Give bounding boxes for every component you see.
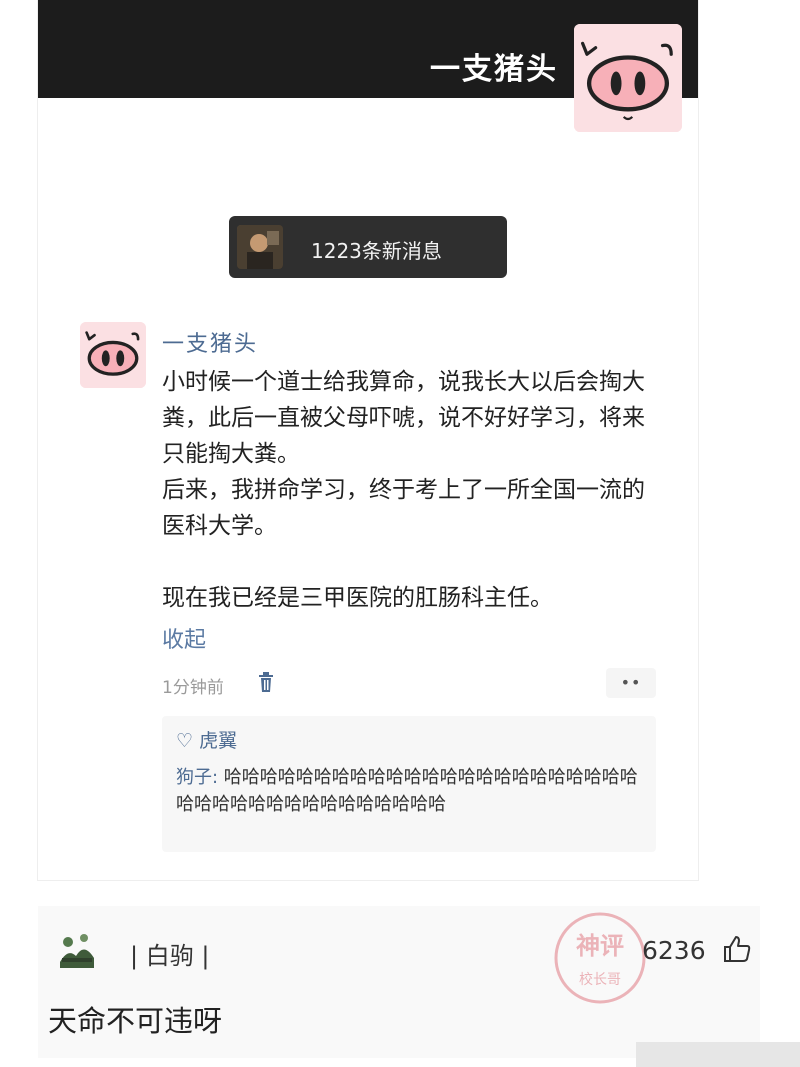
new-messages-text: 1223条新消息	[311, 239, 442, 263]
post-author[interactable]: 一支猪头	[162, 326, 258, 358]
reply-box: ♡ 虎翼 狗子: 哈哈哈哈哈哈哈哈哈哈哈哈哈哈哈哈哈哈哈哈哈哈哈哈哈哈哈哈哈哈哈…	[162, 716, 656, 852]
post-time: 1分钟前	[162, 678, 224, 698]
reply-author[interactable]: 狗子:	[176, 767, 218, 788]
god-comment-stamp: 神评 校长哥	[530, 906, 658, 1010]
comment-card: | 白驹 | 神评 校长哥 6236 天命不可违呀	[38, 906, 760, 1058]
liked-by[interactable]: ♡ 虎翼	[176, 726, 237, 753]
bottom-bar	[636, 1042, 800, 1067]
commenter-avatar-icon[interactable]	[54, 928, 100, 972]
reply-content: 哈哈哈哈哈哈哈哈哈哈哈哈哈哈哈哈哈哈哈哈哈哈哈哈哈哈哈哈哈哈哈哈哈哈哈哈哈哈	[176, 767, 638, 815]
comment-text: 天命不可违呀	[48, 1004, 223, 1038]
post-card: 一支猪头 1223条新消息 一支猪头 小时候一个道士给我算命，说我长大以后会掏大…	[38, 0, 698, 880]
new-messages-toast[interactable]: 1223条新消息	[229, 216, 507, 278]
stamp-main-text: 神评	[576, 932, 624, 960]
header-title: 一支猪头	[430, 52, 558, 87]
author-avatar-icon[interactable]	[80, 322, 146, 388]
commenter-name[interactable]: | 白驹 |	[130, 936, 209, 971]
reply-text: 狗子: 哈哈哈哈哈哈哈哈哈哈哈哈哈哈哈哈哈哈哈哈哈哈哈哈哈哈哈哈哈哈哈哈哈哈哈哈…	[176, 764, 646, 818]
collapse-link[interactable]: 收起	[162, 622, 206, 654]
post-paragraph: 现在我已经是三甲医院的肛肠科主任。	[162, 585, 553, 611]
sender-avatar	[237, 225, 283, 269]
stamp-sub-text: 校长哥	[579, 971, 621, 988]
post-paragraph: 小时候一个道士给我算命，说我长大以后会掏大粪，此后一直被父母吓唬，说不好好学习，…	[162, 369, 645, 467]
like-count: 6236	[642, 936, 706, 965]
thumbs-up-icon[interactable]	[722, 934, 752, 964]
trash-icon[interactable]	[258, 672, 274, 694]
post-paragraph: 后来，我拼命学习，终于考上了一所全国一流的医科大学。	[162, 477, 645, 539]
pig-avatar-icon[interactable]	[574, 24, 682, 132]
post-body: 小时候一个道士给我算命，说我长大以后会掏大粪，此后一直被父母吓唬，说不好好学习，…	[162, 364, 662, 616]
more-options-button[interactable]: ••	[606, 668, 656, 698]
